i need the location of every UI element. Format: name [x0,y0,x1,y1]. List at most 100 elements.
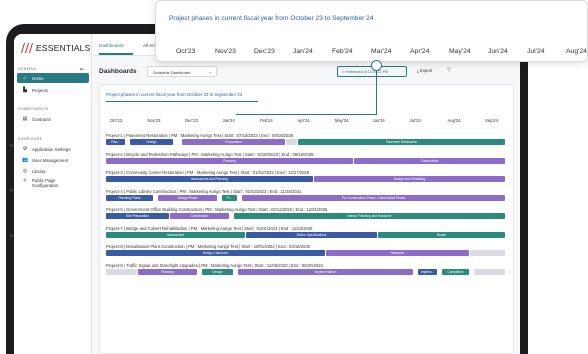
callout-month-label: Oct'23 [176,48,196,55]
sidebar-item-label: Application Settings [32,146,71,152]
sidebar-item-projects[interactable]: ▙ Projects [17,85,89,95]
project-title: Project-2 | Bicycle and Pedestrian Pathw… [106,151,314,157]
project-row[interactable]: Project-9 | Traffic Signal and Streetlig… [106,263,506,279]
project-title: Project-5 | Government Office Building C… [106,207,328,212]
download-icon: ⤓ [417,68,419,73]
phase-bar[interactable] [106,268,137,275]
phase-bar[interactable]: Design Phase [158,194,217,201]
callout-title: Project phases in current fiscal year fr… [169,15,374,22]
month-label: Aug'24 [447,118,461,123]
month-label: Jun'24 [372,118,385,123]
project-row[interactable]: Project-2 | Bicycle and Pedestrian Pathw… [106,152,506,168]
callout-month-label: Jan'24 [293,48,313,55]
sidebar-item-label: Public Page Configuration [32,178,59,188]
tab-dashboards[interactable]: Dashboards [99,43,124,48]
phase-bar[interactable]: Planning [106,157,353,164]
phase-bar[interactable] [286,139,297,145]
sidebar-item-label: Projects [32,87,48,93]
dashboard-select-value: Schedule Dashboard [153,70,191,75]
phase-bar[interactable]: Design, Handover [106,250,325,256]
callout-month-label: Jul'24 [527,48,545,55]
phase-bar[interactable]: Assessment and Planning [106,176,313,182]
tablet-camera [10,189,13,192]
sidebar-item-user-management[interactable]: 👥 User Management [17,155,89,165]
project-title: Project-3 | Community Center Restoration… [106,170,310,175]
logo: ESSENTIALS [20,40,90,56]
dashboard-select[interactable]: Schedule Dashboard ⌄ [147,66,217,77]
project-row[interactable]: Project-8 | Desalination Plant Construct… [106,244,506,260]
callout-month-label: Apr'24 [410,48,430,55]
phase-bar[interactable]: Repair [378,231,505,238]
phase-bar[interactable]: Define Specifications [246,231,377,238]
phase-bar[interactable]: Pr... [222,194,237,201]
project-row[interactable]: Project-5 | Government Office Building C… [106,207,506,223]
callout-month-label: Nov'23 [215,48,236,55]
logo-text: ESSENTIALS [36,43,91,53]
phase-bar[interactable]: Preparation [182,139,285,145]
phase-bar[interactable]: Planning [138,268,197,275]
phase-bar[interactable]: Implem... [418,268,437,275]
tablet-camera [10,234,13,237]
phase-bar[interactable]: Construction [170,213,229,219]
chevron-down-icon: ⌄ [208,69,212,74]
card-title-underline [106,101,258,102]
project-row[interactable]: Project-3 | Community Center Restoration… [106,170,506,186]
schedule-card: Project phases in current fiscal year fr… [99,84,514,354]
section-label-general: GENERAL [18,67,38,71]
project-title: Project-9 | Traffic Signal and Streetlig… [106,262,323,268]
phase-bar[interactable]: Site Preparation [106,213,169,219]
sidebar-item-public-page-configuration[interactable]: ⛗ Public Page Configuration [17,177,89,191]
sidebar: ESSENTIALS BUILD ⇤ GENERAL ⌂ Home ▙ Proj… [14,34,92,354]
callout-anchor [371,60,382,71]
phase-bar[interactable] [470,250,505,256]
project-title: Project-4 | Public Library Construction … [106,188,302,194]
callout-month-label: Dec'23 [254,48,275,55]
sidebar-item-library[interactable]: ◎ Library [17,166,89,176]
phase-bar[interactable]: Handover [326,250,469,256]
sidebar-item-home[interactable]: ⌂ Home [17,73,89,83]
sidebar-item-label: Contracts [32,116,51,122]
project-row[interactable]: Project-7 | Bridge and Culvert Rehabilit… [106,226,506,242]
phase-bar[interactable]: Construction [354,157,505,164]
sidebar-item-application-settings[interactable]: ⚙ Application Settings [17,144,89,154]
month-label: Jan'24 [222,118,235,123]
card-title: Project phases in current fiscal year fr… [106,92,243,97]
phase-bar[interactable]: Implementation [238,268,413,275]
home-icon: ⌂ [23,75,27,81]
callout-month-label: Aug'24 [566,48,587,55]
project-row[interactable]: Project-1 | Pavement Restoration | PM : … [106,133,506,149]
month-label: Dec'23 [185,118,198,123]
export-label: Export [420,68,433,73]
callout-month-label: Feb'24 [332,48,353,55]
phase-bar[interactable] [474,268,505,275]
phase-bar[interactable]: Pre-Construction Phase, Construction Pha… [242,194,505,201]
phase-bar[interactable]: Design [202,268,233,275]
refresh-icon: ↻ [342,70,346,74]
phase-bar[interactable]: Interior Finishing and Handover [234,213,505,219]
public-page-icon: ⛗ [22,178,27,184]
phase-bar[interactable]: Planning Phase [106,194,153,201]
project-title: Project-7 | Bridge and Culvert Rehabilit… [106,225,313,231]
collapse-sidebar-icon[interactable]: ⇤ [80,66,85,73]
month-axis: Oct'23 Nov'23 Dec'23 Jan'24 Feb'24 Apr'24 May'… [106,118,506,126]
export-button[interactable]: ⤓ Export [417,68,432,73]
phase-bar[interactable]: Plan... [106,139,125,145]
phase-bar[interactable]: Design [130,139,173,145]
phase-bar[interactable]: Completion [442,268,469,275]
section-label-configure: CONFIGURE [18,137,43,141]
phase-bar[interactable]: Assessment [106,231,245,238]
project-title: Project-1 | Pavement Restoration | PM : … [106,133,293,138]
library-icon: ◎ [22,168,28,174]
app-screen: ESSENTIALS BUILD ⇤ GENERAL ⌂ Home ▙ Proj… [14,34,520,354]
callout-connector [236,114,377,115]
main-content: Dashboards All Amendments All Daily Prog… [93,34,520,354]
callout-month-label: May'24 [449,48,471,55]
callout-month-label: Jun'24 [488,48,508,55]
month-label: Apr'24 [297,118,310,123]
filter-icon[interactable]: ▽ [447,67,451,73]
phase-bar[interactable]: Design and Permitting [314,176,505,182]
document-icon: ▤ [22,116,28,122]
sidebar-item-contracts[interactable]: ▤ Contracts [17,114,89,124]
project-row[interactable]: Project-4 | Public Library Construction … [106,189,506,205]
phase-bar[interactable]: Pavement Restoration [298,139,505,145]
